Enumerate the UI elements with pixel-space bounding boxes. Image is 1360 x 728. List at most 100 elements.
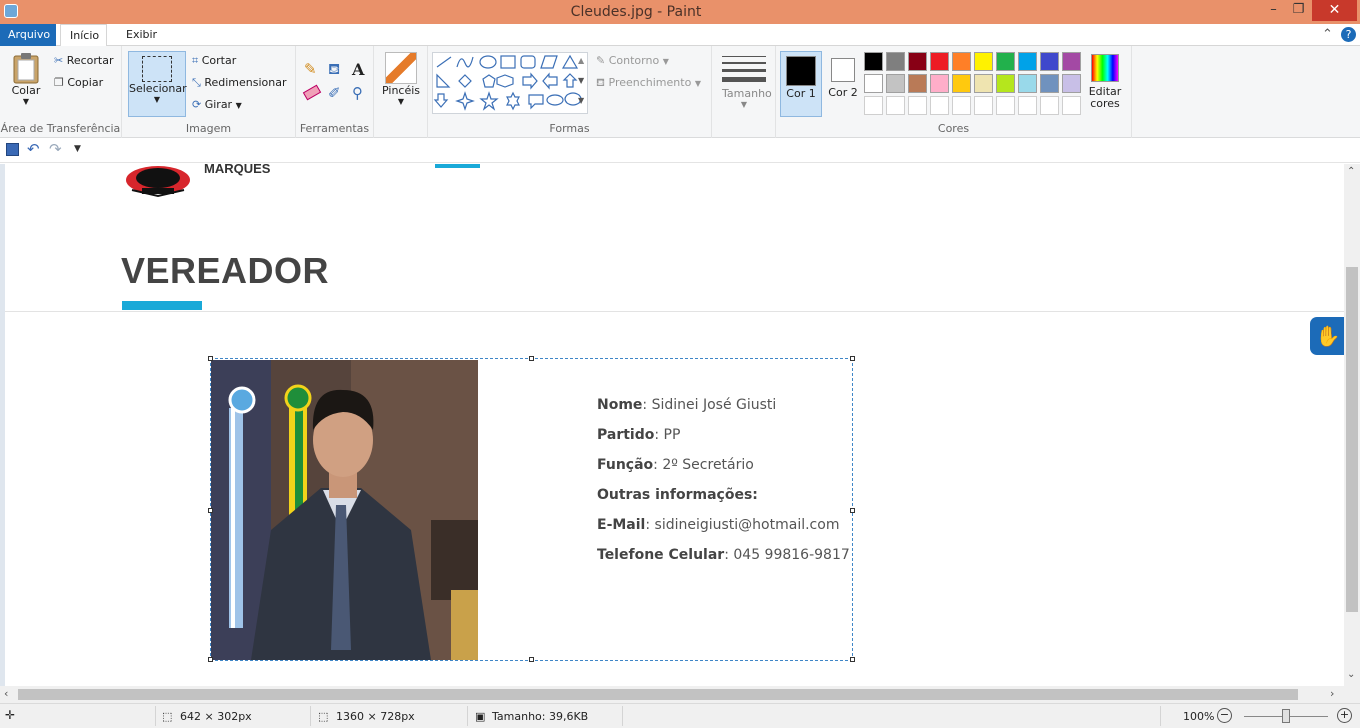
chevron-up-icon[interactable]: ⌃ bbox=[1322, 27, 1333, 42]
select-button[interactable]: Selecionar ▼ bbox=[128, 51, 187, 117]
scroll-down-icon[interactable]: ⌄ bbox=[1347, 669, 1355, 680]
canvas[interactable]: MARQUES VEREADOR ✋ Nome: Sidinei José Gi… bbox=[0, 164, 1344, 686]
accessibility-hands-icon[interactable]: ✋ bbox=[1310, 317, 1344, 355]
color-swatch[interactable] bbox=[996, 96, 1015, 115]
color-swatch[interactable] bbox=[864, 52, 883, 71]
color-swatch[interactable] bbox=[908, 52, 927, 71]
resize-button[interactable]: ⤡ Redimensionar bbox=[192, 76, 286, 90]
magnifier-icon[interactable]: ⚲ bbox=[352, 84, 363, 102]
zoom-slider-thumb[interactable] bbox=[1282, 709, 1290, 723]
shapes-group: ▲ ▼ ▼ ✎ Contorno ▼ ⛾ Preenchimento ▼ For… bbox=[428, 46, 712, 138]
tab-view[interactable]: Exibir bbox=[117, 24, 165, 46]
color-swatch[interactable] bbox=[930, 52, 949, 71]
gallery-more-icon[interactable]: ▼ bbox=[578, 96, 584, 105]
color-swatch[interactable] bbox=[1040, 96, 1059, 115]
customize-toolbar-icon[interactable]: ▼ bbox=[74, 144, 81, 154]
color-swatch[interactable] bbox=[1062, 96, 1081, 115]
scroll-right-icon[interactable]: › bbox=[1330, 687, 1334, 700]
text-tool-icon[interactable]: A bbox=[352, 60, 364, 79]
color-swatch[interactable] bbox=[1040, 52, 1059, 71]
vertical-scroll-thumb[interactable] bbox=[1346, 267, 1358, 612]
pencil-icon[interactable]: ✎ bbox=[304, 60, 317, 78]
color-swatch[interactable] bbox=[974, 74, 993, 93]
selection-handle[interactable] bbox=[850, 508, 855, 513]
horizontal-scrollbar[interactable]: ‹ › bbox=[0, 686, 1360, 703]
color-swatch[interactable] bbox=[886, 52, 905, 71]
color1-button[interactable]: Cor 1 bbox=[780, 51, 822, 117]
scroll-left-icon[interactable]: ‹ bbox=[4, 687, 8, 700]
scroll-up-icon[interactable]: ⌃ bbox=[1347, 166, 1355, 177]
color-swatch[interactable] bbox=[1062, 52, 1081, 71]
undo-icon[interactable]: ↶ bbox=[27, 140, 40, 158]
tab-home[interactable]: Início bbox=[60, 24, 107, 47]
tab-file[interactable]: Arquivo bbox=[0, 24, 56, 46]
color-swatch[interactable] bbox=[952, 74, 971, 93]
outline-button[interactable]: ✎ Contorno ▼ bbox=[596, 54, 669, 67]
color-swatch[interactable] bbox=[974, 96, 993, 115]
selection-handle[interactable] bbox=[529, 356, 534, 361]
copy-button[interactable]: ❐ Copiar bbox=[54, 76, 103, 89]
horizontal-scroll-thumb[interactable] bbox=[18, 689, 1298, 700]
colors-group: Cor 1 Cor 2 Editar cores Cores bbox=[776, 46, 1132, 138]
zoom-in-icon[interactable]: + bbox=[1337, 708, 1352, 723]
gallery-scroll-down-icon[interactable]: ▼ bbox=[578, 76, 584, 85]
selection-handle[interactable] bbox=[850, 657, 855, 662]
color-swatch[interactable] bbox=[1018, 96, 1037, 115]
save-icon[interactable] bbox=[6, 143, 19, 156]
color1-label: Cor 1 bbox=[786, 87, 816, 100]
selection-handle[interactable] bbox=[529, 657, 534, 662]
color-swatch[interactable] bbox=[974, 52, 993, 71]
paste-button[interactable]: Colar ▼ bbox=[6, 52, 46, 106]
close-button[interactable]: ✕ bbox=[1312, 0, 1357, 21]
colors-group-label: Cores bbox=[937, 122, 970, 135]
selection-handle[interactable] bbox=[208, 508, 213, 513]
paste-label: Colar bbox=[11, 84, 41, 97]
selection-handle[interactable] bbox=[208, 657, 213, 662]
color2-button[interactable]: Cor 2 bbox=[826, 51, 860, 117]
cut-button[interactable]: ✂ Recortar bbox=[54, 54, 114, 67]
fill-bucket-icon[interactable]: ⛾ bbox=[328, 60, 340, 80]
color-swatch[interactable] bbox=[952, 96, 971, 115]
line-width-icon bbox=[722, 56, 766, 82]
maximize-button[interactable]: ❐ bbox=[1283, 0, 1314, 21]
rotate-button[interactable]: ⟳ Girar ▼ bbox=[192, 98, 242, 111]
color-swatch[interactable] bbox=[1062, 74, 1081, 93]
crop-icon: ⌗ bbox=[192, 54, 199, 67]
color-swatch[interactable] bbox=[996, 74, 1015, 93]
color-swatch[interactable] bbox=[886, 96, 905, 115]
selection-rectangle[interactable] bbox=[210, 358, 853, 661]
file-size: Tamanho: 39,6KB bbox=[492, 710, 589, 723]
color-swatch[interactable] bbox=[1018, 52, 1037, 71]
color-swatch[interactable] bbox=[886, 74, 905, 93]
color-swatch[interactable] bbox=[864, 74, 883, 93]
vertical-scrollbar[interactable]: ⌃ ⌄ bbox=[1344, 164, 1360, 686]
color-swatch[interactable] bbox=[1018, 74, 1037, 93]
title-bar: Cleudes.jpg - Paint – ❐ ✕ bbox=[0, 0, 1360, 24]
color-swatch[interactable] bbox=[908, 74, 927, 93]
color-swatch[interactable] bbox=[930, 74, 949, 93]
fill-button[interactable]: ⛾ Preenchimento ▼ bbox=[596, 76, 701, 91]
eraser-icon[interactable] bbox=[302, 84, 322, 101]
edit-colors-button[interactable]: Editar cores bbox=[1084, 54, 1126, 110]
color-swatch[interactable] bbox=[996, 52, 1015, 71]
selection-handle[interactable] bbox=[850, 356, 855, 361]
size-button[interactable]: Tamanho ▼ bbox=[722, 54, 772, 109]
cut-label: Recortar bbox=[66, 54, 114, 67]
help-icon[interactable]: ? bbox=[1341, 27, 1356, 42]
gallery-scroll-up-icon[interactable]: ▲ bbox=[578, 56, 584, 65]
zoom-out-icon[interactable]: − bbox=[1217, 708, 1232, 723]
color-swatch[interactable] bbox=[930, 96, 949, 115]
shapes-gallery[interactable] bbox=[432, 52, 588, 114]
fill-label: Preenchimento bbox=[608, 76, 692, 89]
brushes-button[interactable]: Pincéis ▼ bbox=[382, 52, 420, 106]
image-size: 1360 × 728px bbox=[336, 710, 415, 723]
color-swatch[interactable] bbox=[1040, 74, 1059, 93]
selection-handle[interactable] bbox=[208, 356, 213, 361]
rotate-label: Girar bbox=[204, 98, 233, 111]
color-swatch[interactable] bbox=[864, 96, 883, 115]
color-swatch[interactable] bbox=[952, 52, 971, 71]
color-swatch[interactable] bbox=[908, 96, 927, 115]
color-picker-icon[interactable]: ✐ bbox=[328, 84, 341, 102]
redo-icon[interactable]: ↷ bbox=[49, 140, 62, 158]
crop-button[interactable]: ⌗ Cortar bbox=[192, 54, 236, 68]
